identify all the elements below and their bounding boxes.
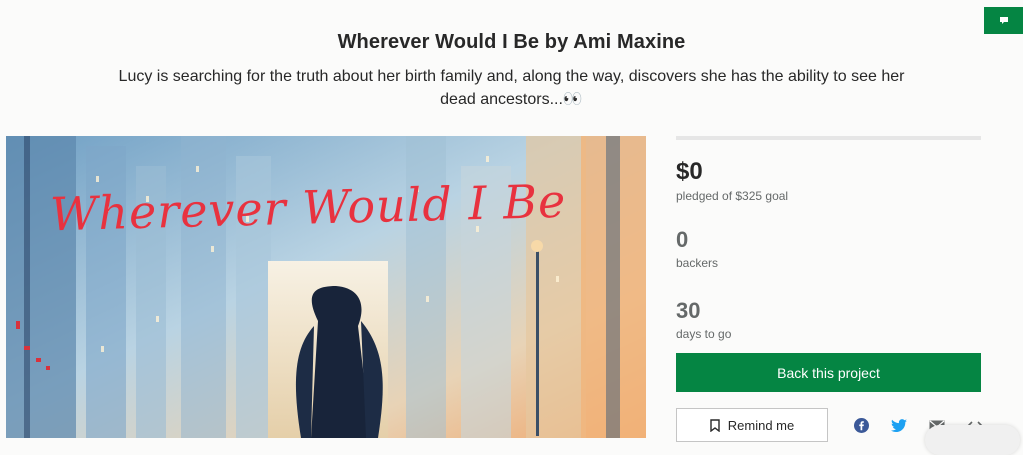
twitter-icon[interactable] [891, 418, 907, 433]
remind-me-label: Remind me [727, 417, 795, 433]
remind-me-button[interactable]: Remind me [676, 408, 828, 442]
chat-icon [1000, 16, 1008, 24]
days-to-go-label: days to go [676, 327, 732, 341]
pledged-amount: $0 [676, 158, 703, 185]
chat-button[interactable] [984, 7, 1023, 34]
chat-widget-bubble[interactable] [925, 425, 1020, 455]
back-project-button[interactable]: Back this project [676, 353, 981, 392]
project-hero-image[interactable]: Wherever Would I Be [6, 136, 646, 438]
backers-count: 0 [676, 227, 689, 252]
pledged-label: pledged of $325 goal [676, 189, 789, 203]
facebook-icon[interactable] [854, 418, 869, 433]
bookmark-icon [710, 418, 720, 432]
project-title: Wherever Would I Be by Ami Maxine [337, 31, 686, 53]
project-blurb: Lucy is searching for the truth about he… [118, 68, 905, 108]
funding-progress-bar [676, 136, 981, 140]
funding-stats: $0 pledged of $325 goal 0 backers 30 day… [676, 136, 981, 341]
days-to-go-count: 30 [676, 298, 701, 323]
backers-label: backers [676, 256, 719, 270]
project-header: Wherever Would I Be by Ami Maxine Lucy i… [0, 31, 1023, 111]
